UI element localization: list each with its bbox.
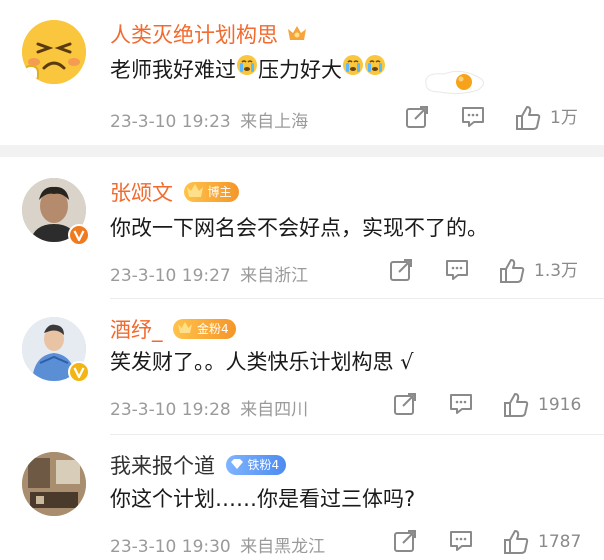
username-text[interactable]: 人类灭绝计划构思	[110, 23, 278, 47]
username-text[interactable]: 我来报个道	[110, 454, 215, 478]
fried-egg-icon	[420, 66, 490, 100]
location: 来自四川	[240, 400, 309, 420]
thumbs-up-icon[interactable]	[502, 528, 530, 560]
like-count: 1787	[538, 532, 582, 552]
avatar[interactable]	[22, 452, 86, 516]
crying-emoji-icon	[364, 54, 386, 83]
timestamp: 23-3-10 19:23	[110, 112, 231, 132]
gold-fan-badge: 金粉4	[173, 319, 236, 339]
comment-meta: 23-3-10 19:28 来自四川	[110, 395, 308, 420]
comment-content: 老师我好难过 压力好大	[110, 54, 386, 86]
crown-icon	[186, 184, 203, 197]
username-text[interactable]: 张颂文	[110, 181, 173, 205]
section-divider	[0, 145, 604, 157]
comment-content: 笑发财了。。人类快乐计划构思 √	[110, 350, 414, 374]
comment-content: 你改一下网名会不会好点，实现不了的。	[110, 216, 488, 240]
timestamp: 23-3-10 19:30	[110, 537, 231, 557]
angry-face-icon	[22, 20, 86, 84]
comment-meta: 23-3-10 19:27 来自浙江	[110, 261, 308, 286]
blogger-badge: 博主	[183, 182, 239, 202]
verified-v-icon	[68, 224, 90, 250]
username[interactable]: 张颂文 博主	[110, 180, 239, 206]
thumbs-up-icon[interactable]	[514, 104, 542, 136]
comment-item: 我来报个道 铁粉4 你这个计划……你是看过三体吗? 23-3-10 19:30 …	[0, 435, 604, 557]
thumbs-up-icon[interactable]	[498, 257, 526, 289]
comment-content: 你这个计划……你是看过三体吗?	[110, 487, 416, 511]
comment-meta: 23-3-10 19:30 来自黑龙江	[110, 532, 325, 557]
share-icon[interactable]	[392, 528, 418, 558]
crying-emoji-icon	[342, 54, 364, 83]
comment-item: 人类灭绝计划构思 老师我好难过压力好大 23-3-10 19:23 来自上海	[0, 0, 604, 145]
location: 来自上海	[240, 112, 309, 132]
location: 来自黑龙江	[240, 537, 326, 557]
username[interactable]: 我来报个道 铁粉4	[110, 453, 287, 479]
comment-actions: 1916	[388, 391, 604, 419]
crown-icon	[178, 322, 193, 333]
username[interactable]: 酒纾_ 金粉4	[110, 317, 236, 343]
comment-icon[interactable]	[448, 528, 474, 558]
share-icon[interactable]	[404, 104, 430, 134]
username-text[interactable]: 酒纾_	[110, 318, 163, 342]
like-count: 1万	[550, 108, 578, 128]
username[interactable]: 人类灭绝计划构思	[110, 22, 309, 50]
share-icon[interactable]	[392, 391, 418, 421]
comment-item: 酒纾_ 金粉4 笑发财了。。人类快乐计划构思 √ 23-3-10 19:28 来…	[0, 299, 604, 435]
like-count: 1.3万	[534, 261, 579, 281]
comment-icon[interactable]	[444, 257, 470, 287]
comment-icon[interactable]	[448, 391, 474, 421]
diamond-icon	[230, 459, 243, 469]
crown-icon	[285, 22, 309, 50]
iron-fan-badge: 铁粉4	[225, 455, 287, 475]
crying-emoji-icon	[236, 54, 258, 83]
thumbs-up-icon[interactable]	[502, 391, 530, 423]
comment-icon[interactable]	[460, 104, 486, 134]
comment-meta: 23-3-10 19:23 来自上海	[110, 107, 308, 132]
comment-actions: 1787	[388, 528, 604, 556]
comment-item: 张颂文 博主 你改一下网名会不会好点，实现不了的。 23-3-10 19:27 …	[0, 157, 604, 299]
timestamp: 23-3-10 19:28	[110, 400, 231, 420]
comment-actions: 1万	[388, 104, 604, 132]
timestamp: 23-3-10 19:27	[110, 266, 231, 286]
avatar[interactable]	[22, 20, 86, 84]
comment-actions: 1.3万	[388, 257, 604, 285]
verified-v-icon	[68, 361, 90, 387]
location: 来自浙江	[240, 266, 309, 286]
like-count: 1916	[538, 395, 582, 415]
share-icon[interactable]	[388, 257, 414, 287]
room-photo-icon	[22, 452, 86, 516]
